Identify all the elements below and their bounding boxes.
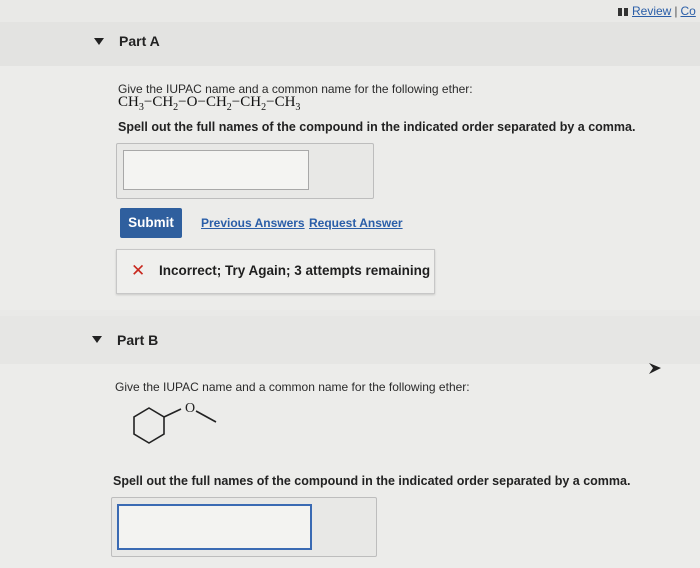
submit-button[interactable]: Submit <box>120 208 182 238</box>
part-b-instruction: Spell out the full names of the compound… <box>113 474 631 488</box>
chemical-formula: CH3−CH2−O−CH2−CH2−CH3 <box>118 94 301 113</box>
top-links: Review | Co <box>618 4 696 18</box>
triangle-down-icon[interactable] <box>92 336 102 343</box>
x-icon: ✕ <box>131 261 146 280</box>
review-link[interactable]: Review <box>632 4 671 18</box>
c-o-bond <box>163 408 182 418</box>
o-ethyl-bond <box>195 410 217 423</box>
part-b-title: Part B <box>117 332 159 348</box>
cyclohexane-ring <box>133 407 165 444</box>
feedback-text: Incorrect; Try Again; 3 attempts remaini… <box>159 263 431 278</box>
constants-link[interactable]: Co <box>680 4 695 18</box>
link-separator: | <box>674 4 678 18</box>
triangle-down-icon[interactable] <box>94 38 104 45</box>
answer-input-b[interactable] <box>117 504 312 550</box>
previous-answers-link[interactable]: Previous Answers <box>201 216 305 230</box>
cursor-arrow-icon <box>649 363 661 374</box>
part-a-header[interactable]: Part A <box>0 22 700 66</box>
part-a-instruction: Spell out the full names of the compound… <box>118 120 636 134</box>
answer-box-a <box>116 143 374 199</box>
molecule-structure: O <box>133 401 217 444</box>
answer-box-b <box>111 497 377 557</box>
part-a-title: Part A <box>119 33 160 49</box>
request-answer-link[interactable]: Request Answer <box>309 216 403 230</box>
bars-icon <box>618 7 628 16</box>
feedback-box: ✕ Incorrect; Try Again; 3 attempts remai… <box>116 249 435 294</box>
oxygen-atom: O <box>185 401 195 416</box>
answer-input-a[interactable] <box>123 150 309 190</box>
part-b-header[interactable]: Part B <box>0 316 700 364</box>
